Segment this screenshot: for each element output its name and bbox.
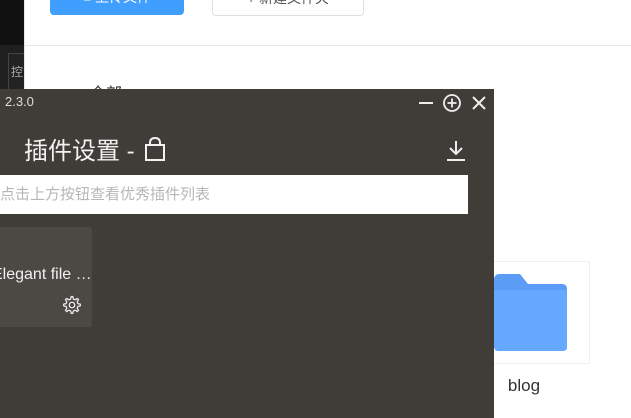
plugin-search-input[interactable]: [0, 175, 468, 214]
version-label: 2.3.0: [5, 94, 34, 109]
folder-icon[interactable]: [492, 272, 568, 352]
panel-title-text: 插件设置 -: [24, 138, 135, 165]
plugin-card[interactable]: Elegant file …: [0, 227, 92, 327]
left-dark-strip: [0, 0, 24, 45]
new-folder-button[interactable]: + 新建文件夹: [212, 0, 364, 16]
upload-file-button[interactable]: ≡ 上传文件: [50, 0, 184, 15]
left-side-tab[interactable]: 控: [8, 53, 25, 91]
shopping-bag-icon[interactable]: [143, 136, 167, 162]
minimize-icon[interactable]: [416, 93, 436, 113]
panel-title: 插件设置 -: [24, 131, 167, 166]
close-icon[interactable]: [469, 93, 489, 113]
download-icon[interactable]: [444, 139, 468, 163]
plugin-settings-panel: 2.3.0 插件设置 - Elegant file …: [0, 89, 494, 418]
left-tab-label: 控: [10, 65, 23, 79]
plus-circle-icon[interactable]: [442, 93, 462, 113]
gear-icon[interactable]: [62, 295, 82, 315]
plugin-card-name: Elegant file …: [0, 266, 92, 283]
toolbar-divider: [24, 45, 631, 46]
